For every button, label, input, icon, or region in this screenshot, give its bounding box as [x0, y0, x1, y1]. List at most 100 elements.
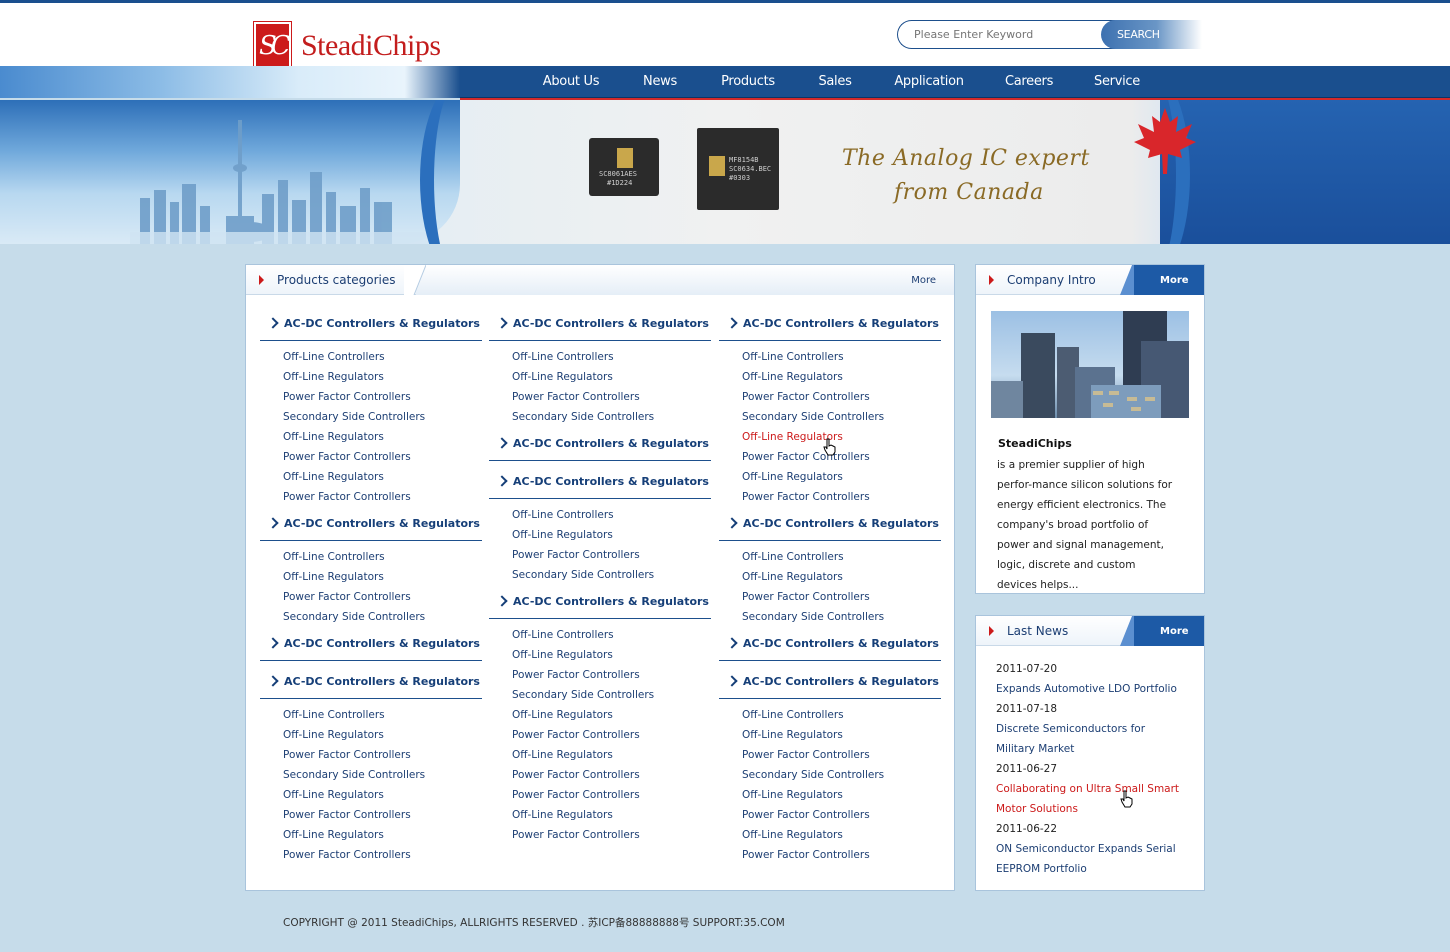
category-title-link[interactable]: AC-DC Controllers & Regulators: [719, 307, 941, 341]
product-link[interactable]: Power Factor Controllers: [742, 451, 870, 463]
product-link[interactable]: Secondary Side Controllers: [742, 611, 884, 623]
product-link[interactable]: Off-Line Regulators: [512, 649, 613, 661]
product-link[interactable]: Power Factor Controllers: [283, 451, 411, 463]
product-link[interactable]: Off-Line Regulators: [742, 789, 843, 801]
product-link[interactable]: Off-Line Controllers: [512, 629, 614, 641]
category-title-link[interactable]: AC-DC Controllers & Regulators: [260, 507, 482, 541]
product-link[interactable]: Power Factor Controllers: [283, 749, 411, 761]
search-button[interactable]: SEARCH: [1101, 20, 1202, 49]
product-link[interactable]: Off-Line Controllers: [742, 351, 844, 363]
category-title-link[interactable]: AC-DC Controllers & Regulators: [719, 507, 941, 541]
product-link[interactable]: Power Factor Controllers: [742, 391, 870, 403]
product-link[interactable]: Off-Line Controllers: [512, 351, 614, 363]
news-title-link[interactable]: ON Semiconductor Expands Serial EEPROM P…: [996, 839, 1186, 879]
category-title-link[interactable]: AC-DC Controllers & Regulators: [260, 665, 482, 699]
product-link[interactable]: Off-Line Regulators: [283, 829, 384, 841]
product-link[interactable]: Off-Line Regulators: [742, 471, 843, 483]
category-title-link[interactable]: AC-DC Controllers & Regulators: [489, 465, 711, 499]
intro-more-link[interactable]: More: [1160, 275, 1189, 286]
product-link[interactable]: Off-Line Controllers: [283, 351, 385, 363]
nav-service[interactable]: Service: [1080, 66, 1154, 98]
product-link[interactable]: Off-Line Controllers: [283, 709, 385, 721]
news-more-link[interactable]: More: [1160, 626, 1189, 637]
category-column: AC-DC Controllers & Regulators Off-Line C…: [489, 307, 711, 845]
product-link[interactable]: Power Factor Controllers: [283, 849, 411, 861]
nav-careers[interactable]: Careers: [978, 66, 1080, 98]
product-link[interactable]: Power Factor Controllers: [512, 769, 640, 781]
category-title-link[interactable]: AC-DC Controllers & Regulators: [719, 627, 941, 661]
product-link[interactable]: Secondary Side Controllers: [283, 611, 425, 623]
list-item: Secondary Side Controllers: [512, 407, 711, 427]
hero-banner: SC8061AES #1D224 MF8154B SC0634.BEC #030…: [0, 100, 1450, 244]
nav-about-us[interactable]: About Us: [528, 66, 614, 98]
product-link[interactable]: Off-Line Controllers: [283, 551, 385, 563]
chevron-right-icon: [496, 437, 508, 449]
list-item: Power Factor Controllers: [512, 785, 711, 805]
product-link[interactable]: Power Factor Controllers: [283, 391, 411, 403]
product-link[interactable]: Off-Line Regulators: [283, 371, 384, 383]
nav-sales[interactable]: Sales: [790, 66, 880, 98]
product-link[interactable]: Secondary Side Controllers: [742, 411, 884, 423]
nav-news[interactable]: News: [614, 66, 706, 98]
category-title-link[interactable]: AC-DC Controllers & Regulators: [260, 307, 482, 341]
list-item: Off-Line Regulators: [742, 785, 941, 805]
product-link[interactable]: Secondary Side Controllers: [742, 769, 884, 781]
nav-application[interactable]: Application: [880, 66, 978, 98]
search-input[interactable]: [897, 20, 1117, 49]
product-link[interactable]: Secondary Side Controllers: [512, 689, 654, 701]
product-link[interactable]: Off-Line Regulators: [512, 529, 613, 541]
product-link[interactable]: Power Factor Controllers: [512, 789, 640, 801]
product-link[interactable]: Secondary Side Controllers: [512, 569, 654, 581]
category-column: AC-DC Controllers & Regulators Off-Line C…: [719, 307, 941, 865]
product-link[interactable]: Off-Line Regulators: [742, 371, 843, 383]
red-arrow-icon: [259, 275, 264, 285]
product-link[interactable]: Power Factor Controllers: [742, 491, 870, 503]
product-link[interactable]: Off-Line Regulators: [283, 431, 384, 443]
category-title-link[interactable]: AC-DC Controllers & Regulators: [260, 627, 482, 661]
product-link[interactable]: Off-Line Controllers: [512, 509, 614, 521]
product-link[interactable]: Secondary Side Controllers: [283, 411, 425, 423]
product-link[interactable]: Off-Line Regulators: [742, 729, 843, 741]
list-item: Power Factor Controllers: [283, 387, 482, 407]
product-link[interactable]: Power Factor Controllers: [512, 829, 640, 841]
product-link[interactable]: Power Factor Controllers: [283, 809, 411, 821]
logo[interactable]: SC SteadiChips: [254, 20, 441, 72]
category-title-link[interactable]: AC-DC Controllers & Regulators: [489, 427, 711, 461]
product-link[interactable]: Off-Line Regulators: [512, 709, 613, 721]
category-title-link[interactable]: AC-DC Controllers & Regulators: [489, 585, 711, 619]
product-link[interactable]: Power Factor Controllers: [512, 729, 640, 741]
product-link[interactable]: Off-Line Regulators: [283, 729, 384, 741]
product-link[interactable]: Off-Line Regulators: [512, 371, 613, 383]
products-more-link[interactable]: More: [911, 275, 936, 286]
product-link[interactable]: Power Factor Controllers: [512, 391, 640, 403]
category-title-link[interactable]: AC-DC Controllers & Regulators: [489, 307, 711, 341]
product-link[interactable]: Power Factor Controllers: [283, 591, 411, 603]
product-link[interactable]: Power Factor Controllers: [742, 749, 870, 761]
product-link[interactable]: Off-Line Regulators: [283, 471, 384, 483]
list-item: Off-Line Regulators: [512, 525, 711, 545]
product-link[interactable]: Power Factor Controllers: [512, 549, 640, 561]
category-title-link[interactable]: AC-DC Controllers & Regulators: [719, 665, 941, 699]
product-link[interactable]: Power Factor Controllers: [512, 669, 640, 681]
product-link[interactable]: Off-Line Regulators: [742, 571, 843, 583]
product-link[interactable]: Power Factor Controllers: [742, 591, 870, 603]
city-sky-image: [0, 100, 460, 244]
product-link[interactable]: Power Factor Controllers: [742, 809, 870, 821]
news-title-link[interactable]: Expands Automotive LDO Portfolio: [996, 679, 1186, 699]
nav-products[interactable]: Products: [706, 66, 790, 98]
product-link[interactable]: Off-Line Regulators: [742, 829, 843, 841]
product-link[interactable]: Power Factor Controllers: [742, 849, 870, 861]
product-link[interactable]: Off-Line Regulators: [283, 571, 384, 583]
news-date: 2011-07-18: [996, 703, 1058, 715]
product-link[interactable]: Off-Line Regulators: [512, 809, 613, 821]
product-link[interactable]: Off-Line Regulators: [512, 749, 613, 761]
product-link[interactable]: Off-Line Regulators: [283, 789, 384, 801]
product-link[interactable]: Secondary Side Controllers: [283, 769, 425, 781]
product-link[interactable]: Secondary Side Controllers: [512, 411, 654, 423]
news-title-link[interactable]: Discrete Semiconductors for Military Mar…: [996, 719, 1186, 759]
list-item: Secondary Side Controllers: [283, 407, 482, 427]
product-link[interactable]: Off-Line Controllers: [742, 709, 844, 721]
product-link[interactable]: Power Factor Controllers: [283, 491, 411, 503]
news-title-link[interactable]: Collaborating on Ultra Small Smart Motor…: [996, 779, 1186, 819]
product-link[interactable]: Off-Line Controllers: [742, 551, 844, 563]
